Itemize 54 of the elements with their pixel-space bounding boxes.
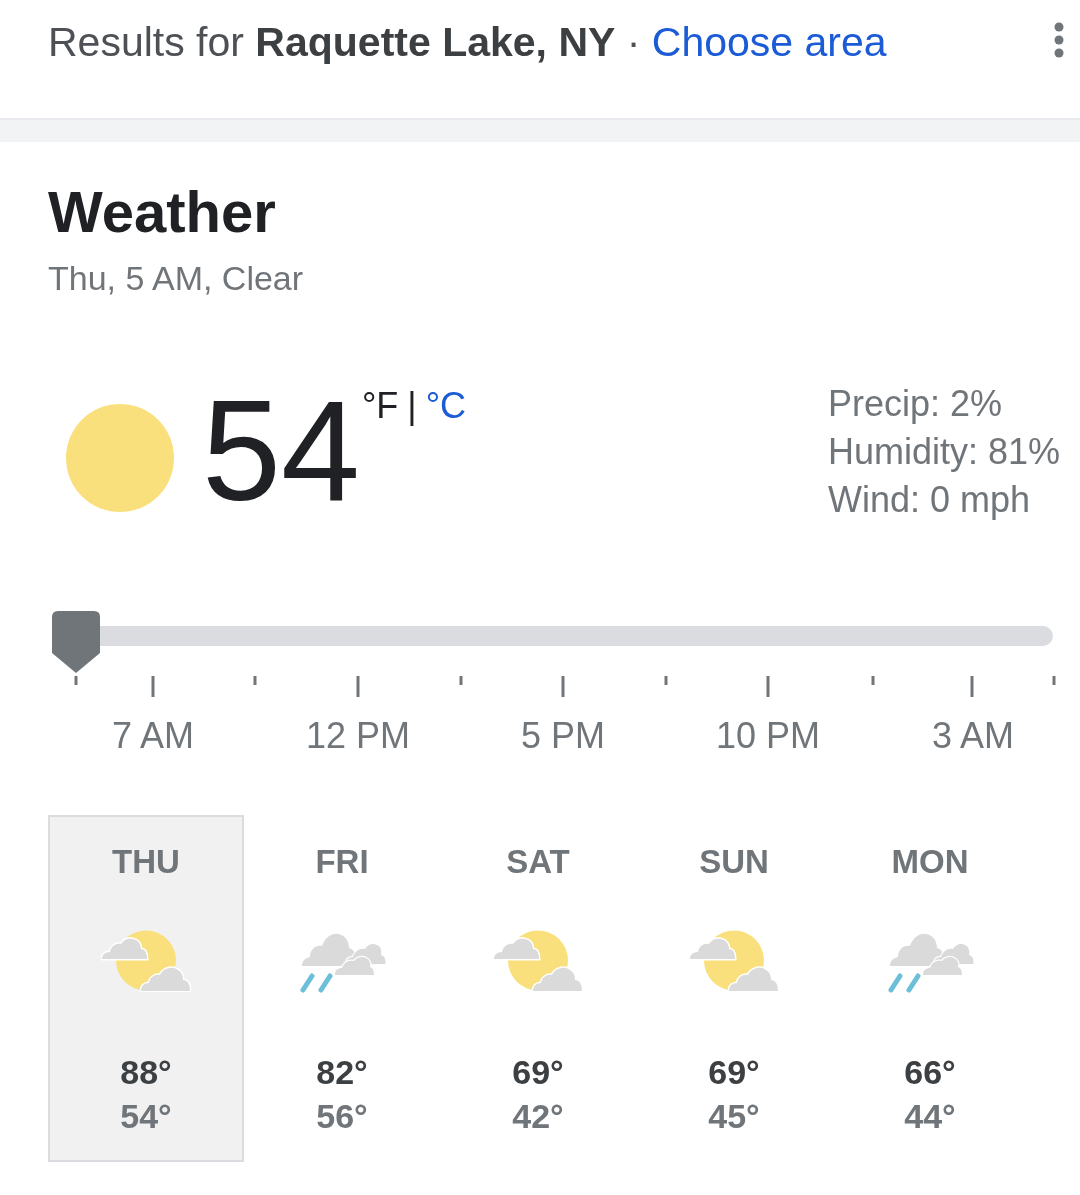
- low-temperature: 45°: [708, 1096, 760, 1137]
- tick-mark: [766, 676, 770, 697]
- forecast-day[interactable]: SUN 69° 45°: [636, 815, 832, 1162]
- time-slider[interactable]: [52, 611, 1053, 673]
- low-temperature: 56°: [316, 1096, 368, 1137]
- partly-cloudy-icon: [101, 930, 191, 992]
- tick-mark: [253, 676, 257, 685]
- high-temperature: 66°: [904, 1052, 956, 1093]
- weather-subtitle: Thu, 5 AM, Clear: [48, 258, 304, 298]
- results-heading: Results for Raquette Lake, NY · Choose area: [48, 18, 887, 66]
- day-label: SUN: [699, 842, 769, 882]
- forecast-day[interactable]: THU 88° 54°: [48, 815, 244, 1162]
- high-temperature: 88°: [120, 1052, 172, 1093]
- choose-area-link[interactable]: Choose area: [651, 19, 887, 65]
- time-label: 5 PM: [521, 714, 605, 758]
- day-label: MON: [891, 842, 969, 882]
- partly-cloudy-icon: [493, 930, 583, 992]
- tick-mark: [151, 676, 155, 697]
- day-label: THU: [112, 842, 180, 882]
- unit-divider: |: [407, 386, 417, 426]
- tick-mark: [871, 676, 875, 685]
- day-label: FRI: [315, 842, 369, 882]
- slider-thumb[interactable]: [52, 611, 100, 673]
- sun-icon: [66, 404, 174, 512]
- unit-option[interactable]: °C: [425, 386, 467, 426]
- time-label: 12 PM: [305, 714, 410, 758]
- tick-mark: [970, 676, 974, 697]
- partly-cloudy-icon: [689, 930, 779, 992]
- time-label: 3 AM: [931, 714, 1014, 758]
- weather-detail: Humidity: 81%: [827, 430, 1060, 474]
- tick-mark: [1052, 676, 1056, 685]
- day-label: SAT: [506, 842, 570, 882]
- tick-mark: [74, 676, 78, 685]
- forecast-day[interactable]: MON 66° 44°: [832, 815, 1028, 1162]
- low-temperature: 54°: [120, 1096, 172, 1137]
- low-temperature: 42°: [512, 1096, 564, 1137]
- tick-mark: [561, 676, 565, 697]
- tick-mark: [664, 676, 668, 685]
- unit-option[interactable]: °F: [361, 386, 399, 426]
- more-vertical-icon[interactable]: [1054, 22, 1064, 58]
- low-temperature: 44°: [904, 1096, 956, 1137]
- forecast-day[interactable]: FRI 82° 56°: [244, 815, 440, 1162]
- weather-detail: Precip: 2%: [827, 382, 1002, 426]
- high-temperature: 82°: [316, 1052, 368, 1093]
- tick-mark: [356, 676, 360, 697]
- forecast-day[interactable]: SAT 69° 42°: [440, 815, 636, 1162]
- time-label: 7 AM: [111, 714, 194, 758]
- high-temperature: 69°: [512, 1052, 564, 1093]
- high-temperature: 69°: [708, 1052, 760, 1093]
- tick-mark: [459, 676, 463, 685]
- weather-title: Weather: [48, 180, 276, 244]
- time-label: 10 PM: [715, 714, 820, 758]
- weather-detail: Wind: 0 mph: [827, 478, 1030, 522]
- temperature-value: 54: [202, 380, 360, 522]
